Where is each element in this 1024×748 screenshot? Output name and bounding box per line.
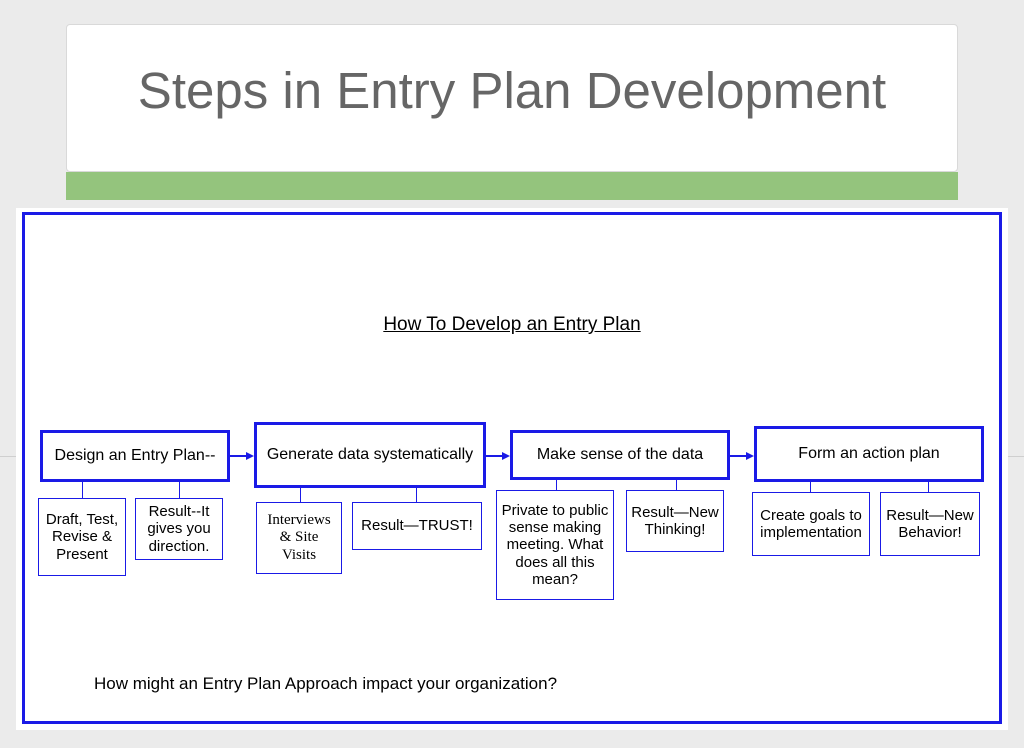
sub-sense-making: Private to public sense making meeting. … xyxy=(496,490,614,600)
sub-result-direction: Result--It gives you direction. xyxy=(135,498,223,560)
diagram-heading: How To Develop an Entry Plan xyxy=(16,314,1008,336)
sub-result-trust: Result—TRUST! xyxy=(352,502,482,550)
accent-bar xyxy=(66,172,958,200)
step-make-sense: Make sense of the data xyxy=(510,430,730,480)
sub-create-goals: Create goals to implementation xyxy=(752,492,870,556)
sub-interviews: Interviews & Site Visits xyxy=(256,502,342,574)
step-design-entry-plan: Design an Entry Plan-- xyxy=(40,430,230,482)
step-form-action-plan: Form an action plan xyxy=(754,426,984,482)
footer-question: How might an Entry Plan Approach impact … xyxy=(94,674,557,694)
diagram-panel: How To Develop an Entry Plan Design an E… xyxy=(16,208,1008,730)
arrow-icon xyxy=(486,455,508,457)
page-title: Steps in Entry Plan Development xyxy=(67,61,957,120)
sub-draft-test: Draft, Test, Revise & Present xyxy=(38,498,126,576)
arrow-icon xyxy=(230,455,252,457)
title-card: Steps in Entry Plan Development xyxy=(66,24,958,172)
step-generate-data: Generate data systematically xyxy=(254,422,486,488)
sub-result-behavior: Result—New Behavior! xyxy=(880,492,980,556)
sub-result-thinking: Result—New Thinking! xyxy=(626,490,724,552)
arrow-icon xyxy=(730,455,752,457)
